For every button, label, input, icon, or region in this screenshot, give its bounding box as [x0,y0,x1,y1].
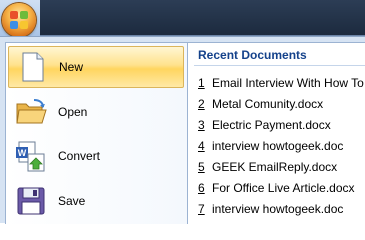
open-command[interactable]: Open [8,91,184,133]
office-menu: New Open W Convert Save Recent Documents… [0,36,365,224]
office-button[interactable] [2,3,36,37]
convert-icon: W [14,139,48,173]
recent-item[interactable]: 5 GEEK EmailReply.docx [198,157,365,177]
save-icon [14,184,48,218]
command-list: New Open W Convert Save [5,42,188,224]
recent-divider [194,65,365,66]
svg-text:W: W [18,148,27,158]
recent-item[interactable]: 1 Email Interview With How To [198,73,365,93]
recent-documents-title: Recent Documents [198,48,307,62]
recent-item[interactable]: 6 For Office Live Article.docx [198,178,365,198]
recent-documents-pane: Recent Documents 1 Email Interview With H… [188,42,365,224]
save-command[interactable]: Save [8,180,184,222]
save-label: Save [58,194,86,208]
convert-label: Convert [58,149,101,163]
office-logo-icon [10,11,28,29]
new-label: New [59,60,84,74]
open-label: Open [58,105,88,119]
window-title-area [0,0,365,37]
convert-command[interactable]: W Convert [8,135,184,177]
new-document-icon [15,50,49,84]
recent-item[interactable]: 7 interview howtogeek.doc [198,199,365,219]
new-command[interactable]: New [8,46,184,88]
recent-item[interactable]: 3 Electric Payment.docx [198,115,365,135]
recent-item[interactable]: 2 Metal Comunity.docx [198,94,365,114]
title-bar [40,0,365,36]
recent-item[interactable]: 4 interview howtogeek.doc [198,136,365,156]
open-folder-icon [14,95,48,129]
